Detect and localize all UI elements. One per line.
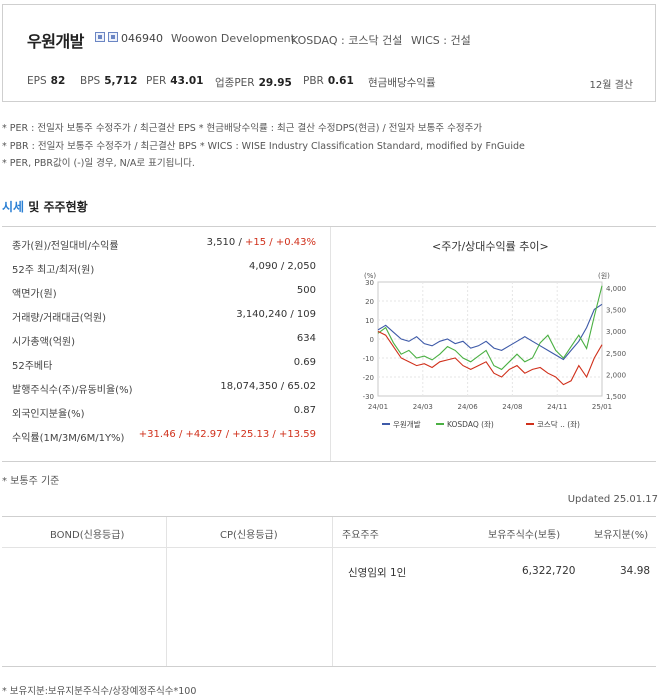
right-tick-label: 3,500: [606, 307, 626, 315]
metric-dividend-yield: 현금배당수익률: [368, 77, 436, 89]
left-tick-label: 10: [365, 317, 374, 325]
chart-title: <주가/상대수익률 추이>: [432, 240, 549, 253]
table-row: 발행주식수(주)/유동비율(%) 18,074,350 / 65.02: [12, 381, 316, 396]
definition-notes: * PER : 전일자 보통주 수정주가 / 최근결산 EPS * 현금배당수익…: [2, 120, 525, 173]
table-row: 액면가(원) 500: [12, 285, 316, 300]
table-row: 외국인지분율(%) 0.87: [12, 405, 316, 420]
updated-timestamp: Updated 25.01.17: [567, 494, 658, 505]
x-tick-label: 24/11: [547, 403, 567, 411]
divider: [332, 517, 333, 666]
table-row: 52주베타 0.69: [12, 357, 316, 372]
table-row: 종가(원)/전일대비/수익률 3,510 / +15 / +0.43%: [12, 237, 316, 252]
divider: [166, 517, 167, 666]
right-tick-label: 4,000: [606, 285, 626, 293]
left-tick-label: -10: [363, 355, 374, 363]
column-header-shares: 보유주식수(보통): [488, 530, 561, 541]
right-tick-label: 2,500: [606, 350, 626, 358]
section-title: 시세 및 주주현황: [2, 200, 88, 214]
x-tick-label: 24/08: [502, 403, 522, 411]
metric-industry-per: 업종PER 29.95: [215, 77, 292, 89]
legend-label: 우원개발: [393, 419, 421, 429]
left-tick-label: -30: [363, 393, 374, 401]
table-row: 52주 최고/최저(원) 4,090 / 2,050: [12, 261, 316, 276]
company-summary-card: 우원개발 046940 Woowon Development KOSDAQ : …: [2, 4, 656, 102]
wics-classification: WICS : 건설: [411, 34, 471, 47]
shareholder-table: BOND(신용등급) CP(신용등급) 주요주주 보유주식수(보통) 보유지분(…: [2, 516, 656, 667]
x-tick-label: 24/01: [368, 403, 388, 411]
company-name: 우원개발: [27, 32, 84, 51]
price-return-chart: 30 20 10 0 -10 -20 -30 4,000 3,500 3,000 2,500 2,00…: [363, 271, 626, 429]
stock-code: 046940: [121, 32, 163, 45]
right-tick-label: 2,000: [606, 371, 626, 379]
x-tick-label: 24/03: [413, 403, 433, 411]
table-header: BOND(신용등급) CP(신용등급) 주요주주 보유주식수(보통) 보유지분(…: [2, 517, 656, 548]
column-header-holder: 주요주주: [342, 530, 379, 541]
note-line: * PBR : 전일자 보통주 수정주가 / 최근결산 BPS * WICS :…: [2, 140, 525, 152]
price-table: 종가(원)/전일대비/수익률 3,510 / +15 / +0.43% 52주 …: [2, 227, 331, 461]
metric-per: PER 43.01: [146, 75, 204, 87]
left-axis-unit: (%): [364, 272, 376, 280]
table-row: 시가총액(억원) 634: [12, 333, 316, 348]
column-header-bond: BOND(신용등급): [50, 530, 125, 541]
metric-bps: BPS 5,712: [80, 75, 138, 87]
metric-eps: EPS 82: [27, 75, 66, 87]
note-line: * PER, PBR값이 (-)일 경우, N/A로 표기됩니다.: [2, 158, 195, 169]
table-row: 거래량/거래대금(억원) 3,140,240 / 109: [12, 309, 316, 324]
right-axis-unit: (원): [598, 271, 610, 280]
holder-ratio: 34.98: [620, 565, 651, 577]
market-classification: KOSDAQ : 코스닥 건설: [291, 34, 403, 47]
home-icon[interactable]: [95, 32, 105, 42]
report-icon[interactable]: [108, 32, 118, 42]
column-header-cp: CP(신용등급): [220, 530, 278, 541]
x-tick-label: 25/01: [592, 403, 612, 411]
holder-shares: 6,322,720: [522, 565, 576, 577]
english-name: Woowon Development: [171, 32, 295, 45]
right-tick-label: 1,500: [606, 393, 626, 401]
left-tick-label: -20: [363, 374, 374, 382]
left-tick-label: 20: [365, 298, 374, 306]
footnote: * 보유지분:보유지분주식수/상장예정주식수*100: [2, 686, 197, 697]
metric-pbr: PBR 0.61: [303, 75, 354, 87]
column-header-ratio: 보유지분(%): [594, 530, 649, 541]
legend-label: 코스닥 .. (좌): [537, 419, 580, 429]
table-row: 수익률(1M/3M/6M/1Y%) +31.46 / +42.97 / +25.…: [12, 429, 316, 444]
holder-name: 신영임외 1인: [348, 567, 407, 579]
basis-note: * 보통주 기준: [2, 476, 60, 487]
legend-label: KOSDAQ (좌): [447, 420, 494, 429]
left-tick-label: 0: [370, 336, 374, 344]
right-tick-label: 3,000: [606, 328, 626, 336]
left-tick-label: 30: [365, 279, 374, 287]
x-tick-label: 24/06: [458, 403, 479, 411]
note-line: * PER : 전일자 보통주 수정주가 / 최근결산 EPS * 현금배당수익…: [2, 123, 483, 134]
settlement-month: 12월 결산: [589, 80, 633, 91]
